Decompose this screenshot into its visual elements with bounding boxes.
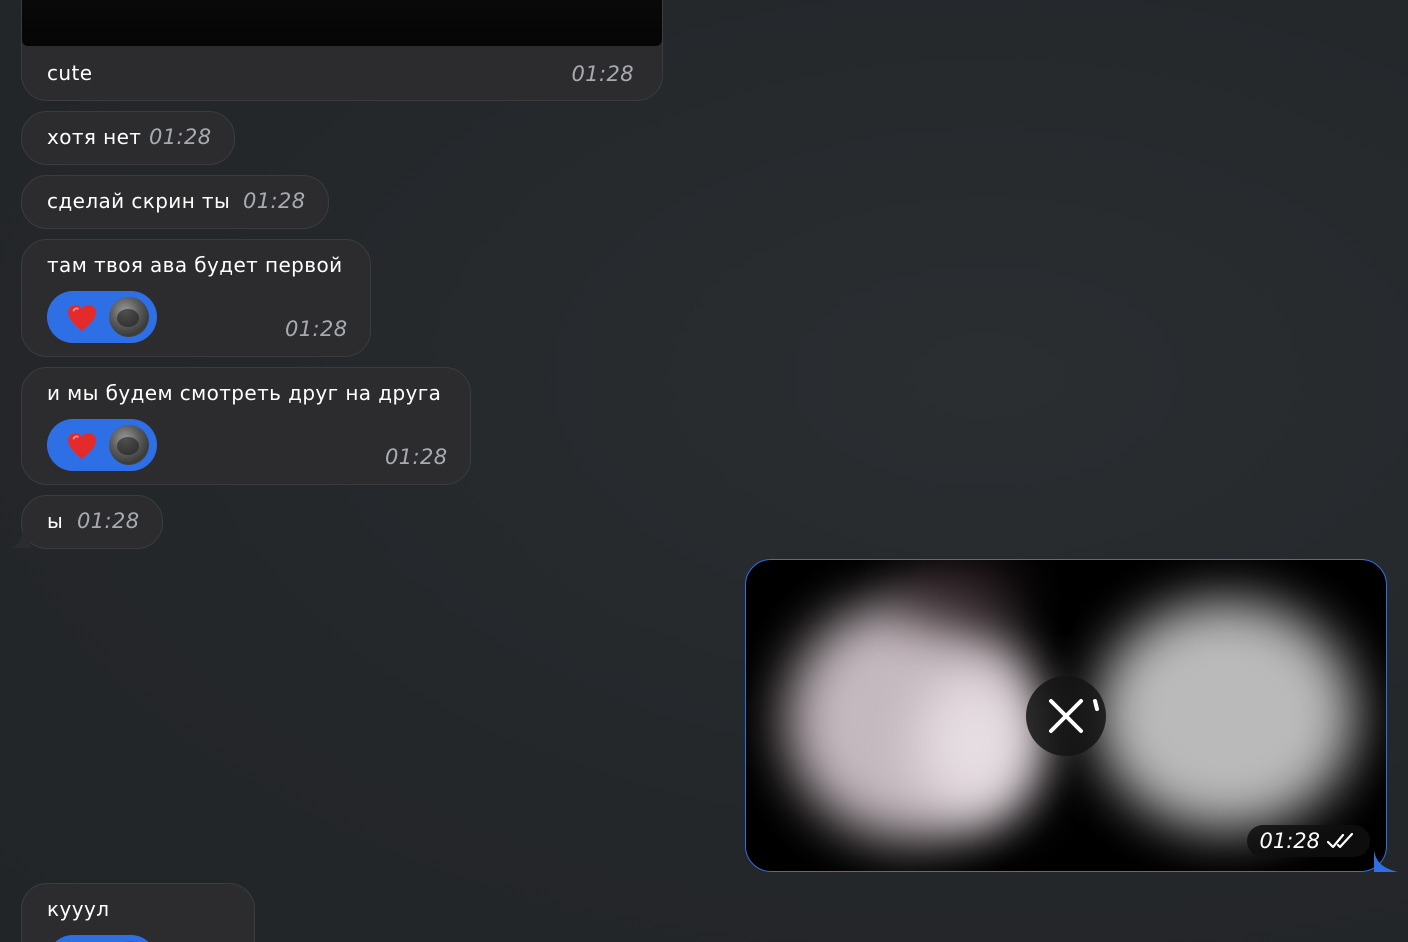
reaction-chip[interactable]: [47, 419, 157, 471]
photo-time-badge: 01:28: [1247, 825, 1370, 857]
message-time: 01:28: [571, 62, 634, 86]
message-time: 01:28: [1259, 829, 1320, 853]
message-time: 01:28: [77, 509, 140, 533]
avatar: [109, 425, 149, 465]
message-bubble[interactable]: хотя нет 01:28: [21, 111, 235, 165]
message-time: 01:28: [285, 317, 348, 341]
close-icon: [1049, 699, 1099, 733]
message-text: там твоя ава будет первой: [47, 253, 343, 277]
heart-icon: [68, 304, 96, 332]
message-time: 01:28: [149, 125, 212, 149]
message-bubble[interactable]: кууул: [21, 883, 255, 942]
avatar: [109, 297, 149, 337]
message-time: 01:28: [385, 445, 448, 469]
reaction-chip[interactable]: [47, 291, 157, 343]
message-bubble[interactable]: там твоя ава будет первой 01:28: [21, 239, 371, 357]
message-text: ы: [47, 509, 64, 533]
chat-area: cute 01:28 хотя нет 01:28 сделай скрин т…: [0, 0, 1408, 942]
bubble-tail: [11, 528, 31, 548]
reaction-chip[interactable]: [47, 935, 157, 942]
bubble-tail: [1374, 850, 1398, 872]
message-bubble[interactable]: сделай скрин ты 01:28: [21, 175, 329, 229]
message-time: 01:28: [243, 189, 306, 213]
message-bubble[interactable]: ы 01:28: [21, 495, 163, 549]
cancel-upload-button[interactable]: [1026, 676, 1106, 756]
message-text: и мы будем смотреть друг на друга: [47, 381, 442, 405]
message-bubble[interactable]: и мы будем смотреть друг на друга 01:28: [21, 367, 471, 485]
message-text: сделай скрин ты: [47, 189, 231, 213]
double-check-icon: [1326, 832, 1354, 849]
heart-icon: [68, 432, 96, 460]
outgoing-photo-message[interactable]: 01:28: [745, 559, 1387, 872]
message-text: хотя нет: [47, 125, 142, 149]
media-thumbnail[interactable]: [22, 0, 662, 46]
message-text: cute: [47, 61, 93, 85]
message-text: кууул: [47, 897, 110, 921]
